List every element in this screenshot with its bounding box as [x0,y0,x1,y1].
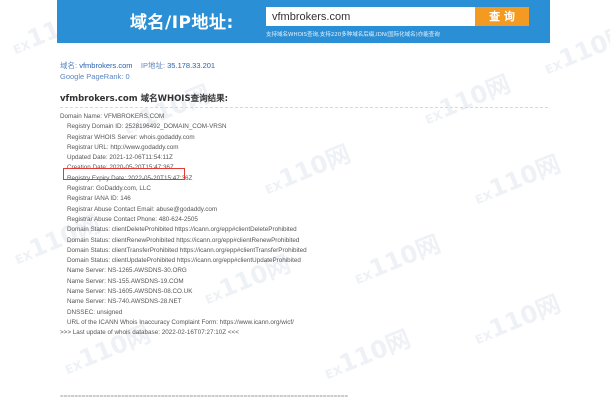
search-button[interactable]: 查 询 [475,7,529,26]
whois-line: Registry Domain ID: 2528196492_DOMAIN_CO… [67,123,227,131]
whois-line: URL of the ICANN Whois Inaccuracy Compla… [67,318,294,326]
search-title: 域名/IP地址: [130,13,234,33]
domain-search-input[interactable] [266,7,475,26]
domain-info-row: 域名: vfmbrokers.com IP地址: 35.178.33.201 [60,60,215,71]
separator-line: ========================================… [60,393,349,400]
whois-line: Registrar WHOIS Server: whois.godaddy.co… [67,133,195,141]
whois-line: Registrar Abuse Contact Email: abuse@god… [67,205,218,213]
whois-line: Name Server: NS-1265.AWSDNS-30.ORG [67,267,187,275]
whois-result-block: Domain Name: VFMBROKERS.COM Registry Doma… [60,112,550,339]
ip-value[interactable]: 35.178.33.201 [167,61,215,70]
domain-value[interactable]: vfmbrokers.com [79,61,132,70]
pagerank-text: Google PageRank: 0 [60,72,130,81]
creation-date-highlight [63,168,185,180]
pagerank-row: Google PageRank: 0 [60,72,130,81]
whois-line: Registrar: GoDaddy.com, LLC [67,185,151,193]
whois-line: >>> Last update of whois database: 2022-… [60,329,239,337]
whois-line: Name Server: NS-155.AWSDNS-19.COM [67,277,184,285]
whois-line: Registrar IANA ID: 146 [67,195,131,203]
whois-line: Registrar URL: http://www.godaddy.com [67,143,179,151]
whois-line: Domain Status: clientDeleteProhibited ht… [67,226,297,234]
whois-line: Domain Status: clientRenewProhibited htt… [67,236,300,244]
whois-line: Registrar Abuse Contact Phone: 480-624-2… [67,215,198,223]
domain-label: 域名: [60,61,78,70]
ip-label: IP地址: [140,61,166,70]
whois-line: Name Server: NS-740.AWSDNS-28.NET [67,298,182,306]
whois-line: Updated Date: 2021-12-06T11:54:11Z [67,154,173,162]
search-subtitle: 支持域名WHOIS查询,支持220多种域名后缀,IDN(国际化域名)亦能查询 [266,32,440,38]
whois-line: Domain Status: clientUpdateProhibited ht… [67,257,301,265]
whois-line: Domain Status: clientTransferProhibited … [67,246,307,254]
search-bar: 域名/IP地址: 查 询 支持域名WHOIS查询,支持220多种域名后缀,IDN… [57,0,550,43]
whois-result-heading: vfmbrokers.com 域名WHOIS查询结果: [60,92,548,108]
whois-line: Domain Name: VFMBROKERS.COM [60,113,165,120]
whois-line: DNSSEC: unsigned [67,308,123,316]
whois-line: Name Server: NS-1605.AWSDNS-08.CO.UK [67,288,193,296]
